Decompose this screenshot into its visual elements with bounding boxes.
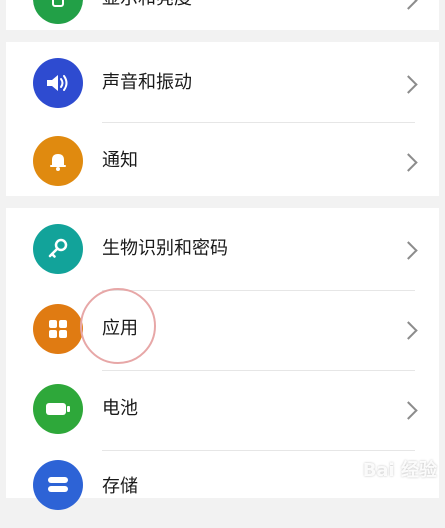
storage-icon <box>33 460 83 510</box>
chevron-right-icon <box>399 153 418 172</box>
chevron-right-icon <box>399 321 418 340</box>
settings-item-battery[interactable]: 电池 <box>6 370 439 448</box>
speaker-icon <box>33 58 83 108</box>
settings-item-biometrics-label: 生物识别和密码 <box>102 238 228 259</box>
settings-group-sound: 声音和振动 通知 <box>6 42 439 196</box>
chevron-right-icon <box>399 0 418 10</box>
bell-icon <box>33 136 83 186</box>
settings-item-display[interactable]: 显示和亮度 <box>6 0 439 38</box>
settings-item-sound-label: 声音和振动 <box>102 72 192 93</box>
battery-icon <box>33 384 83 434</box>
settings-group-display: 显示和亮度 <box>6 0 439 30</box>
settings-item-notifications[interactable]: 通知 <box>6 123 439 201</box>
settings-item-display-label: 显示和亮度 <box>102 0 192 10</box>
apps-grid-icon <box>33 304 83 354</box>
highlight-circle <box>80 288 156 364</box>
watermark-logo: Bai 经验 <box>362 460 437 481</box>
settings-item-biometrics[interactable]: 生物识别和密码 <box>6 210 439 288</box>
settings-item-storage-label: 存储 <box>102 476 138 497</box>
settings-item-sound[interactable]: 声音和振动 <box>6 44 439 122</box>
settings-item-apps[interactable]: 应用 <box>6 290 439 368</box>
settings-item-battery-label: 电池 <box>102 398 138 419</box>
chevron-right-icon <box>399 401 418 420</box>
chevron-right-icon <box>399 75 418 94</box>
settings-item-notifications-label: 通知 <box>102 150 138 171</box>
display-icon <box>33 0 83 24</box>
chevron-right-icon <box>399 241 418 260</box>
settings-group-device: 生物识别和密码 应用 电池 存储 <box>6 208 439 510</box>
key-icon <box>33 224 83 274</box>
